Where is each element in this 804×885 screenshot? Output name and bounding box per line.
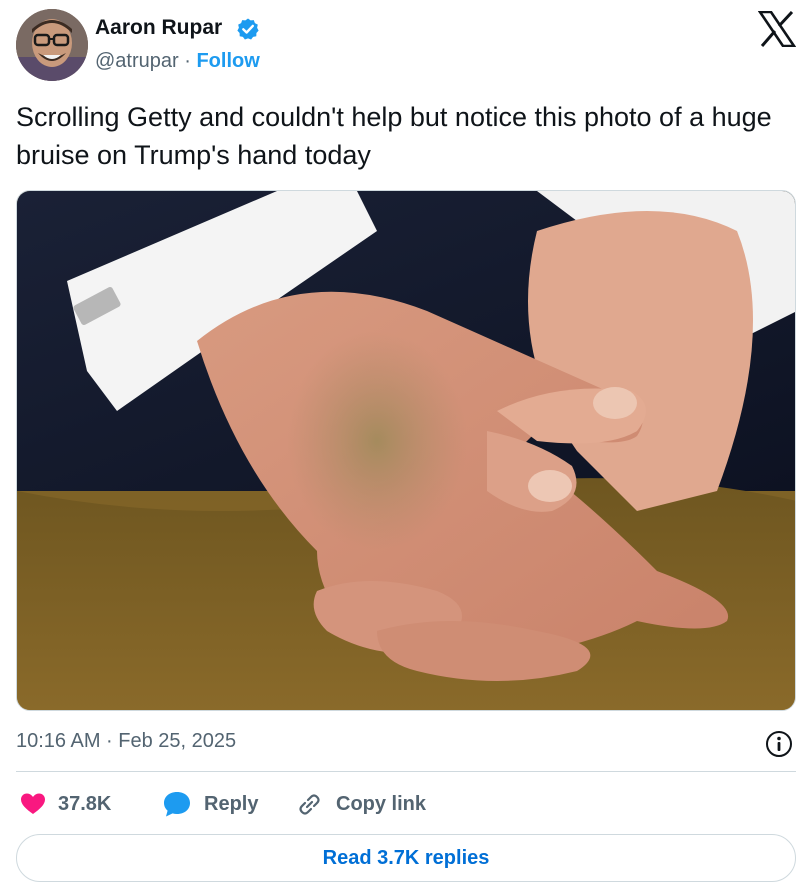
- copy-link-label: Copy link: [336, 792, 427, 815]
- x-logo-icon[interactable]: [758, 11, 796, 47]
- author-handle[interactable]: @atrupar: [95, 50, 179, 72]
- tweet-timestamp[interactable]: 10:16 AM · Feb 25, 2025: [16, 730, 236, 753]
- reply-label: Reply: [204, 792, 259, 815]
- avatar-image: [16, 9, 88, 81]
- heart-icon: [21, 793, 45, 814]
- read-replies-button[interactable]: Read 3.7K replies: [16, 834, 796, 882]
- author-handle-row: @atrupar · Follow: [95, 50, 260, 73]
- photo-clasped-hands: [17, 191, 795, 710]
- copy-link-button[interactable]: Copy link: [294, 789, 426, 819]
- author-name[interactable]: Aaron Rupar: [95, 16, 222, 40]
- verified-badge-icon: [237, 18, 259, 40]
- avatar[interactable]: [16, 9, 88, 81]
- reply-button[interactable]: Reply: [162, 789, 258, 819]
- like-button[interactable]: 37.8K: [20, 789, 111, 819]
- separator: ·: [184, 50, 191, 72]
- tweet-card: Aaron Rupar @atrupar · Follow Scrolling …: [0, 0, 804, 885]
- tweet-photo[interactable]: [16, 190, 796, 711]
- info-icon[interactable]: [764, 729, 794, 759]
- link-icon: [299, 794, 320, 815]
- follow-button[interactable]: Follow: [196, 50, 259, 72]
- tweet-text: Scrolling Getty and couldn't help but no…: [16, 102, 772, 170]
- like-count: 37.8K: [58, 792, 112, 815]
- divider: [16, 771, 796, 772]
- reply-bubble-icon: [164, 792, 190, 817]
